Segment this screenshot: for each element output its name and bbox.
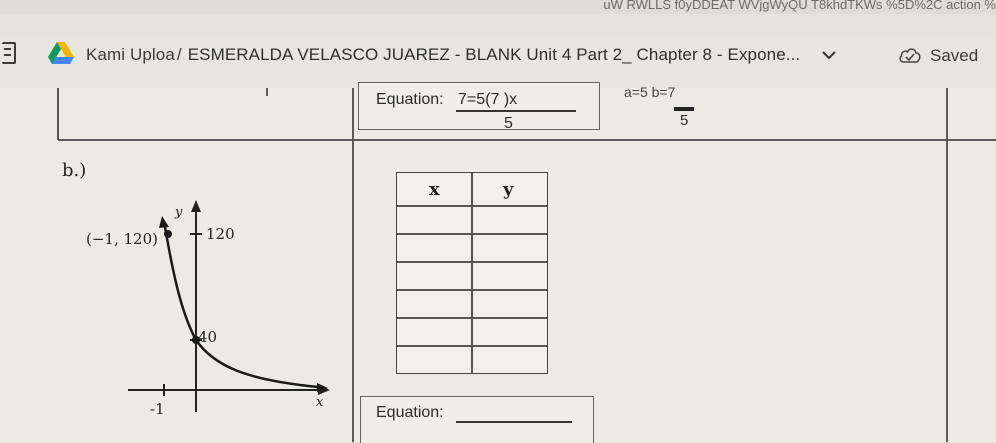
cloud-check-icon bbox=[899, 48, 921, 63]
divider-line bbox=[946, 88, 948, 442]
y-axis-label: y bbox=[174, 205, 183, 220]
tick-40-label: 40 bbox=[198, 328, 217, 346]
xy-table: x y bbox=[396, 172, 548, 374]
top-equation-label: Equation: bbox=[376, 91, 444, 108]
table-row bbox=[397, 205, 547, 207]
table-header-x: x bbox=[429, 179, 440, 200]
document-name: ESMERALDA VELASCO JUAREZ - BLANK Unit 4 … bbox=[187, 45, 801, 64]
chevron-down-icon[interactable] bbox=[822, 51, 836, 60]
top-equation-underline bbox=[456, 110, 576, 112]
document-title[interactable]: Kami Uploa / ESMERALDA VELASCO JUAREZ - BL… bbox=[86, 45, 800, 65]
divider-line bbox=[266, 88, 268, 96]
menu-icon[interactable] bbox=[2, 42, 16, 64]
divider-line bbox=[352, 88, 354, 442]
y-axis-arrow bbox=[191, 200, 201, 212]
table-row bbox=[397, 233, 547, 235]
part-b-equation-blank[interactable] bbox=[456, 421, 572, 423]
ab-values-note[interactable]: a=5 b=7 bbox=[624, 84, 675, 100]
point-label: (−1, 120) bbox=[86, 230, 158, 248]
top-equation-value[interactable]: 7=5(7 )x bbox=[458, 91, 517, 109]
part-b-label: b.) bbox=[62, 160, 87, 181]
tick-120-label: 120 bbox=[206, 225, 235, 243]
part-b-equation-label: Equation: bbox=[376, 404, 444, 421]
divider-line bbox=[58, 139, 996, 141]
table-row bbox=[397, 317, 547, 319]
tick-neg1-label: -1 bbox=[150, 400, 165, 418]
curve-arrow-start bbox=[159, 216, 169, 228]
table-row bbox=[397, 261, 547, 263]
google-drive-icon bbox=[48, 42, 74, 64]
saved-status: Saved bbox=[930, 46, 979, 65]
table-row bbox=[397, 345, 547, 347]
browser-url-strip: uW RWLLS f0yDDEAT WVjgWyQU T8khdTKWs %5D… bbox=[0, 0, 996, 14]
table-column-divider bbox=[471, 173, 473, 373]
table-row bbox=[397, 289, 547, 291]
table-header-y: y bbox=[503, 179, 514, 200]
exponential-curve bbox=[163, 226, 319, 389]
title-separator: / bbox=[176, 45, 182, 64]
app-name: Kami Uploa bbox=[86, 45, 175, 64]
exponential-graph: y (−1, 120) 120 40 -1 x bbox=[86, 200, 330, 418]
point-neg1-120 bbox=[164, 230, 172, 238]
note-denominator[interactable]: 5 bbox=[680, 112, 688, 129]
divider-line bbox=[57, 88, 59, 140]
x-axis-label: x bbox=[316, 395, 324, 410]
top-equation-denominator[interactable]: 5 bbox=[504, 115, 513, 133]
fraction-bar bbox=[674, 107, 694, 111]
